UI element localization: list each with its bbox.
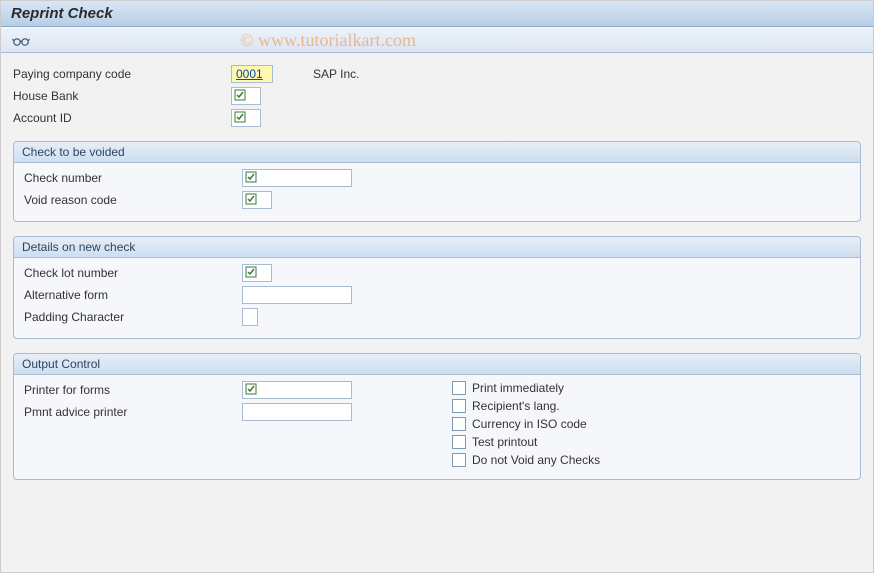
test-printout-checkbox[interactable]	[452, 435, 466, 449]
printer-forms-input[interactable]	[242, 381, 352, 399]
padding-input[interactable]	[242, 308, 258, 326]
check-lot-label: Check lot number	[24, 266, 234, 280]
check-number-label: Check number	[24, 171, 234, 185]
group-output-control: Output Control Printer for forms Pmnt ad…	[13, 353, 861, 480]
house-bank-input[interactable]	[231, 87, 261, 105]
alt-form-label: Alternative form	[24, 288, 234, 302]
paying-company-code-value[interactable]: 0001	[231, 65, 273, 83]
printer-forms-label: Printer for forms	[24, 383, 234, 397]
account-id-input[interactable]	[231, 109, 261, 127]
void-reason-label: Void reason code	[24, 193, 234, 207]
print-immediately-label: Print immediately	[472, 381, 564, 395]
house-bank-label: House Bank	[13, 89, 223, 103]
check-number-input[interactable]	[242, 169, 352, 187]
recipients-lang-checkbox[interactable]	[452, 399, 466, 413]
void-reason-input[interactable]	[242, 191, 272, 209]
toolbar	[1, 27, 873, 53]
currency-iso-checkbox[interactable]	[452, 417, 466, 431]
do-not-void-checkbox[interactable]	[452, 453, 466, 467]
currency-iso-label: Currency in ISO code	[472, 417, 587, 431]
check-lot-input[interactable]	[242, 264, 272, 282]
paying-company-code-label: Paying company code	[13, 67, 223, 81]
group-new-check: Details on new check Check lot number Al…	[13, 236, 861, 339]
test-printout-label: Test printout	[472, 435, 537, 449]
recipients-lang-label: Recipient's lang.	[472, 399, 560, 413]
company-name: SAP Inc.	[289, 67, 861, 81]
group-new-check-header: Details on new check	[14, 237, 860, 258]
group-check-voided: Check to be voided Check number Void rea…	[13, 141, 861, 222]
alt-form-input[interactable]	[242, 286, 352, 304]
group-output-control-header: Output Control	[14, 354, 860, 375]
main-content: Paying company code 0001 SAP Inc. House …	[1, 53, 873, 492]
page-title: Reprint Check	[1, 1, 873, 27]
do-not-void-label: Do not Void any Checks	[472, 453, 600, 467]
account-id-label: Account ID	[13, 111, 223, 125]
group-check-voided-header: Check to be voided	[14, 142, 860, 163]
pmnt-advice-label: Pmnt advice printer	[24, 405, 234, 419]
pmnt-advice-input[interactable]	[242, 403, 352, 421]
padding-label: Padding Character	[24, 310, 234, 324]
print-immediately-checkbox[interactable]	[452, 381, 466, 395]
glasses-icon[interactable]	[11, 31, 31, 51]
